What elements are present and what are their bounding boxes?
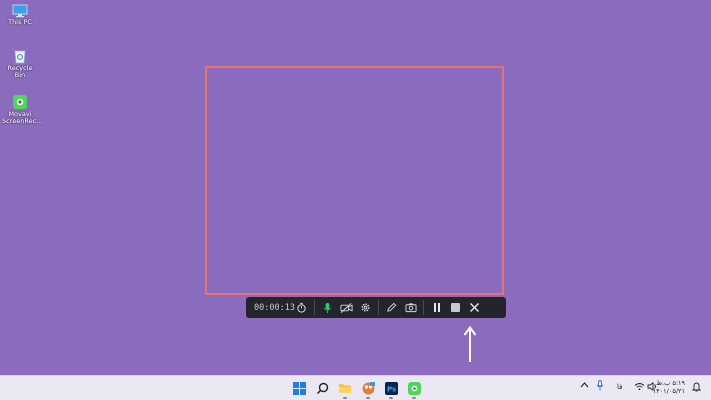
- microphone-icon: [596, 380, 604, 391]
- notification-button[interactable]: [691, 382, 702, 394]
- tray-overflow-button[interactable]: [580, 381, 589, 391]
- recycle-bin-icon: [14, 50, 26, 64]
- webcam-off-icon: [340, 302, 353, 313]
- chevron-up-icon: [580, 382, 589, 388]
- photoshop-icon-text: Ps: [387, 385, 396, 393]
- recording-timer: 00:00:13: [254, 302, 295, 313]
- taskbar-clock[interactable]: ۵:۱۹ ب.ظ ۱۴۰۱/۰۵/۲۱: [653, 379, 685, 395]
- stopwatch-button[interactable]: [292, 297, 311, 318]
- settings-icon: [361, 303, 370, 312]
- running-indicator: [343, 397, 347, 399]
- desktop-icon-label: Recycle Bin: [7, 64, 33, 79]
- clock-date: ۱۴۰۱/۰۵/۲۱: [652, 387, 685, 395]
- microphone-toggle[interactable]: [318, 297, 337, 318]
- desktop-icon-this-pc[interactable]: This PC: [2, 4, 38, 26]
- settings-button[interactable]: [356, 297, 375, 318]
- stop-icon: [451, 303, 460, 312]
- screenshot-button[interactable]: [401, 297, 420, 318]
- windows-start-icon: [292, 381, 306, 395]
- stopwatch-icon: [297, 302, 306, 313]
- search-icon: [316, 382, 328, 394]
- close-icon: [469, 302, 480, 313]
- camera-icon: [405, 303, 416, 313]
- taskbar: Ps فا ۵:۱۹ ب.ظ ۱۴۰۱/۰۵/۲۱: [0, 375, 711, 400]
- desktop-icon-recycle-bin[interactable]: Recycle Bin: [2, 48, 38, 79]
- capture-area-frame[interactable]: [205, 66, 504, 295]
- desktop-icon-label: Movavi ScreenRec...: [2, 110, 43, 125]
- taskbar-movavi[interactable]: [406, 380, 422, 399]
- language-indicator[interactable]: فا: [617, 383, 622, 391]
- running-indicator: [366, 397, 370, 399]
- file-explorer-icon: [339, 384, 351, 393]
- movavi-screen-recorder-icon: [13, 95, 27, 109]
- monitor-icon: [12, 4, 28, 18]
- desktop-icon-label: This PC: [8, 18, 32, 26]
- photoshop-icon: Ps: [384, 381, 398, 395]
- webcam-toggle[interactable]: [337, 297, 356, 318]
- pencil-icon: [387, 302, 397, 312]
- running-indicator: [389, 397, 393, 399]
- taskbar-photoshop[interactable]: Ps: [383, 380, 399, 399]
- draw-button[interactable]: [382, 297, 401, 318]
- toolbar-divider: [314, 300, 315, 315]
- pause-icon: [433, 303, 440, 312]
- recorder-toolbar: 00:00:13: [246, 297, 506, 318]
- network-button[interactable]: [634, 382, 645, 393]
- pause-button[interactable]: [427, 297, 446, 318]
- wifi-icon: [634, 383, 645, 391]
- microphone-icon: [323, 302, 332, 313]
- toolbar-divider: [423, 300, 424, 315]
- stop-button[interactable]: [446, 297, 465, 318]
- tray-microphone[interactable]: [596, 380, 604, 393]
- running-indicator: [412, 397, 416, 399]
- taskbar-game-app[interactable]: [360, 380, 376, 399]
- start-button[interactable]: [291, 380, 307, 396]
- taskbar-file-explorer[interactable]: [337, 380, 353, 399]
- notification-bell-icon: [691, 382, 702, 392]
- movavi-icon: [407, 381, 421, 395]
- pointer-arrow-annotation: [463, 326, 477, 362]
- clock-time: ۵:۱۹ ب.ظ: [656, 379, 685, 387]
- toolbar-divider: [378, 300, 379, 315]
- game-app-icon: [362, 381, 375, 394]
- close-recorder-button[interactable]: [465, 297, 484, 318]
- desktop-icon-movavi[interactable]: Movavi ScreenRec...: [2, 94, 43, 125]
- search-button[interactable]: [314, 380, 330, 396]
